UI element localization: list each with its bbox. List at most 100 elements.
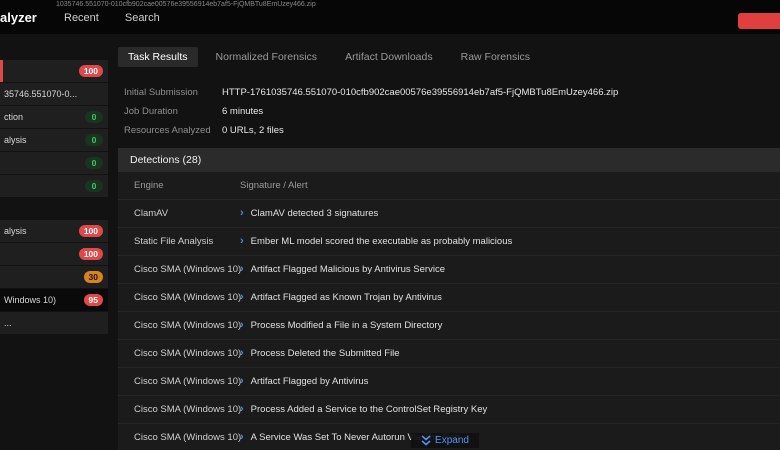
summary-row: Job Duration 6 minutes: [124, 102, 780, 121]
top-nav: Recent Search: [64, 12, 160, 24]
detections-title: Detections (28): [118, 148, 780, 172]
detection-engine: Cisco SMA (Windows 10): [134, 376, 242, 387]
chevron-right-icon: ›: [240, 264, 244, 275]
detection-signature-text: ClamAV detected 3 signatures: [250, 208, 379, 219]
detection-row[interactable]: Cisco SMA (Windows 10) › Process Added a S…: [118, 396, 780, 424]
detection-signature-text: Artifact Flagged as Known Trojan by Anti…: [250, 292, 442, 303]
detection-signature-text: Process Deleted the Submitted File: [250, 348, 400, 359]
score-badge: 0: [85, 111, 103, 123]
detection-signature: › Process Modified a File in a System Dir…: [240, 320, 780, 331]
sidebar-item-label: alysis: [4, 135, 27, 145]
detection-engine: Cisco SMA (Windows 10): [134, 320, 242, 331]
tab-task-results[interactable]: Task Results: [118, 47, 198, 67]
chevron-right-icon: ›: [240, 348, 244, 359]
main-content: Task Results Normalized Forensics Artifact…: [110, 40, 780, 450]
app-brand: alyzer: [0, 10, 37, 25]
detection-engine: Cisco SMA (Windows 10): [134, 432, 242, 443]
score-badge: 0: [85, 157, 103, 169]
sidebar-item[interactable]: ction 0: [0, 106, 108, 128]
detection-engine: Cisco SMA (Windows 10): [134, 264, 242, 275]
top-bar: 1035746.551070-010cfb902cae00576e3955691…: [0, 0, 780, 34]
sidebar-item[interactable]: 30: [0, 266, 108, 288]
score-badge: 0: [85, 180, 103, 192]
sidebar-item[interactable]: ...: [0, 312, 108, 334]
submit-button[interactable]: [738, 13, 780, 29]
top-nav-item-recent[interactable]: Recent: [64, 12, 99, 24]
detection-signature-text: Process Added a Service to the ControlSe…: [250, 404, 488, 415]
sidebar-item-label: ction: [4, 112, 24, 122]
detection-signature-text: Process Modified a File in a System Dire…: [250, 320, 443, 331]
chevron-right-icon: ›: [240, 236, 244, 247]
detection-signature: › Artifact Flagged as Known Trojan by Ant…: [240, 292, 780, 303]
sidebar-item[interactable]: 0: [0, 152, 108, 174]
detection-engine: Static File Analysis: [134, 236, 214, 247]
tab-artifact-downloads[interactable]: Artifact Downloads: [335, 47, 443, 67]
sidebar-item[interactable]: 100: [0, 60, 108, 82]
sidebar-item-label: 35746.551070-0...: [4, 89, 78, 99]
chevron-right-icon: ›: [240, 208, 244, 219]
detection-row[interactable]: Cisco SMA (Windows 10) › Artifact Flagged …: [118, 284, 780, 312]
chevron-right-icon: ›: [240, 376, 244, 387]
detection-signature: › Process Deleted the Submitted File: [240, 348, 780, 359]
detection-row[interactable]: Cisco SMA (Windows 10) › Artifact Flagged …: [118, 368, 780, 396]
submission-summary: Initial Submission HTTP-1761035746.551070…: [124, 83, 780, 140]
column-header-engine: Engine: [134, 180, 164, 191]
detection-engine: ClamAV: [134, 208, 169, 219]
sidebar-divider: [0, 198, 108, 220]
tab-bar: Task Results Normalized Forensics Artifact…: [110, 40, 780, 67]
detection-row[interactable]: Static File Analysis › Ember ML model scor…: [118, 228, 780, 256]
score-badge: 100: [78, 225, 103, 237]
summary-label: Job Duration: [124, 106, 178, 117]
sidebar-item-label: Windows 10): [4, 295, 57, 305]
summary-label: Initial Submission: [124, 87, 198, 98]
detection-signature: › Artifact Flagged Malicious by Antivirus…: [240, 264, 780, 275]
summary-value: 0 URLs, 2 files: [222, 125, 284, 136]
score-badge: 30: [83, 271, 103, 283]
detection-signature: › Process Added a Service to the ControlS…: [240, 404, 780, 415]
detection-engine: Cisco SMA (Windows 10): [134, 348, 242, 359]
sidebar-item[interactable]: alysis 0: [0, 129, 108, 151]
summary-row: Resources Analyzed 0 URLs, 2 files: [124, 121, 780, 140]
summary-label: Resources Analyzed: [124, 125, 211, 136]
expand-button[interactable]: Expand: [411, 433, 479, 448]
expand-label: Expand: [435, 435, 469, 446]
summary-value: 6 minutes: [222, 106, 264, 117]
detection-signature-text: Artifact Flagged Malicious by Antivirus …: [250, 264, 445, 275]
detections-table-header: Engine Signature / Alert: [118, 172, 780, 200]
double-chevron-down-icon: [421, 435, 431, 446]
chevron-right-icon: ›: [240, 432, 244, 443]
chevron-right-icon: ›: [240, 320, 244, 331]
sidebar-item[interactable]: Windows 10) 95: [0, 289, 108, 311]
score-badge: 0: [85, 134, 103, 146]
detection-signature: › Ember ML model scored the executable as…: [240, 236, 780, 247]
score-badge: 100: [78, 65, 103, 77]
sample-path-text: 1035746.551070-010cfb902cae00576e3955691…: [56, 1, 316, 8]
detection-row[interactable]: Cisco SMA (Windows 10) › Artifact Flagged …: [118, 256, 780, 284]
sidebar-item-label: ...: [4, 318, 12, 328]
detection-signature-text: Ember ML model scored the executable as …: [250, 236, 513, 247]
summary-value: HTTP-1761035746.551070-010cfb902cae00576…: [222, 87, 619, 98]
tab-raw-forensics[interactable]: Raw Forensics: [451, 47, 540, 67]
sidebar-item-label: alysis: [4, 226, 27, 236]
detection-signature: › A Service Was Set To Never Autorun Via …: [240, 432, 780, 443]
summary-row: Initial Submission HTTP-1761035746.551070…: [124, 83, 780, 102]
detections-table-body: ClamAV › ClamAV detected 3 signatures Stati…: [118, 200, 780, 450]
detection-signature: › ClamAV detected 3 signatures: [240, 208, 780, 219]
detection-row[interactable]: Cisco SMA (Windows 10) › Process Deleted t…: [118, 340, 780, 368]
detection-signature: › Artifact Flagged by Antivirus: [240, 376, 780, 387]
sidebar-item[interactable]: 0: [0, 175, 108, 197]
sidebar-item[interactable]: 35746.551070-0...: [0, 83, 108, 105]
sidebar-item[interactable]: alysis 100: [0, 220, 108, 242]
score-badge: 100: [78, 248, 103, 260]
detection-row[interactable]: Cisco SMA (Windows 10) › Process Modified …: [118, 312, 780, 340]
detections-panel: Detections (28) Engine Signature / Alert…: [118, 148, 780, 450]
top-nav-item-search[interactable]: Search: [125, 12, 160, 24]
chevron-right-icon: ›: [240, 404, 244, 415]
detection-row[interactable]: ClamAV › ClamAV detected 3 signatures: [118, 200, 780, 228]
tab-normalized-forensics[interactable]: Normalized Forensics: [206, 47, 328, 67]
detection-signature-text: Artifact Flagged by Antivirus: [250, 376, 369, 387]
column-header-signature: Signature / Alert: [240, 180, 308, 191]
score-badge: 95: [83, 294, 103, 306]
app-window: 1035746.551070-010cfb902cae00576e3955691…: [0, 0, 780, 450]
sidebar-item[interactable]: 100: [0, 243, 108, 265]
